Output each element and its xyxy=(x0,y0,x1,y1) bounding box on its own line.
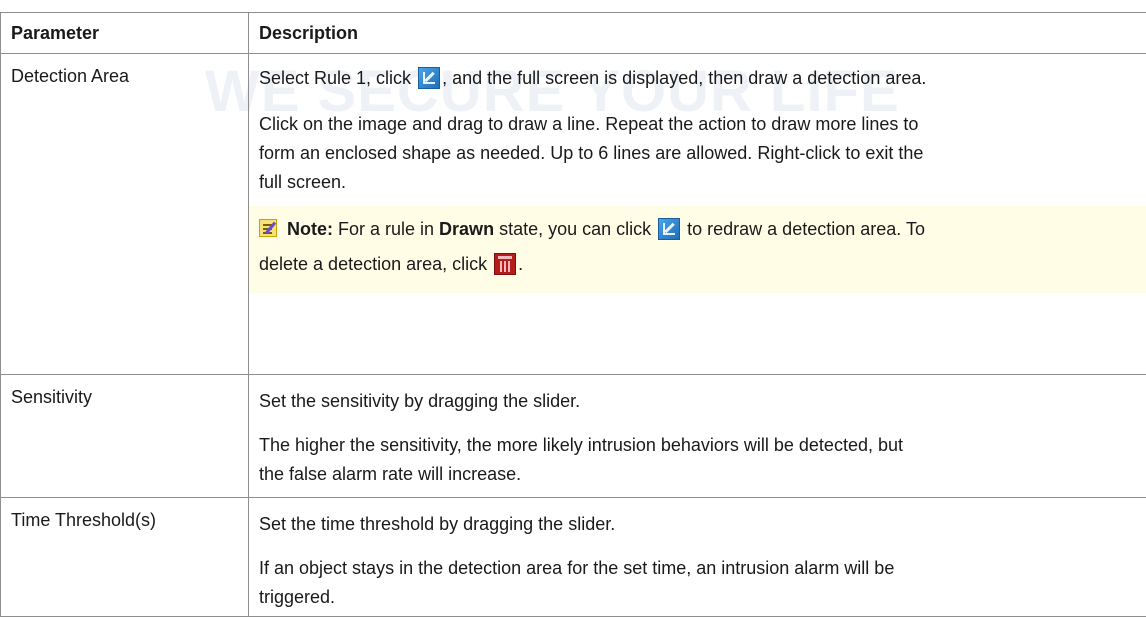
description-paragraph: Set the sensitivity by dragging the slid… xyxy=(249,375,1146,425)
note-line: delete a detection area, click . xyxy=(259,247,1136,282)
header-parameter: Parameter xyxy=(1,13,249,54)
description-line: form an enclosed shape as needed. Up to … xyxy=(259,139,1136,168)
edit-draw-icon xyxy=(658,218,680,240)
note-icon xyxy=(259,219,277,237)
description-line: Click on the image and drag to draw a li… xyxy=(259,110,1136,139)
description-paragraph: If an object stays in the detection area… xyxy=(249,548,1146,616)
description-line: the false alarm rate will increase. xyxy=(259,460,1136,489)
note-text: to redraw a detection area. To xyxy=(682,219,925,239)
description-line: If an object stays in the detection area… xyxy=(259,554,1136,583)
note-text: . xyxy=(518,254,523,274)
note-line: Note: For a rule in Drawn state, you can… xyxy=(259,212,1136,247)
description-paragraph: The higher the sensitivity, the more lik… xyxy=(249,425,1146,497)
description-paragraph: Select Rule 1, click , and the full scre… xyxy=(249,54,1146,104)
parameter-description: Set the time threshold by dragging the s… xyxy=(249,498,1146,617)
table-row: Time Threshold(s) Set the time threshold… xyxy=(1,498,1146,617)
table-row: Detection Area Select Rule 1, click , an… xyxy=(1,54,1146,375)
note-label: Note: xyxy=(287,219,333,239)
description-line: triggered. xyxy=(259,583,1136,612)
note-box: Note: For a rule in Drawn state, you can… xyxy=(249,206,1146,293)
note-text: state, you can click xyxy=(494,219,656,239)
parameter-name: Time Threshold(s) xyxy=(1,498,249,617)
parameter-table: Parameter Description Detection Area Sel… xyxy=(0,12,1146,617)
note-bold-text: Drawn xyxy=(439,219,494,239)
parameter-name: Sensitivity xyxy=(1,375,249,498)
edit-draw-icon xyxy=(418,67,440,89)
note-text: For a rule in xyxy=(333,219,439,239)
parameter-description: Set the sensitivity by dragging the slid… xyxy=(249,375,1146,498)
parameter-description: Select Rule 1, click , and the full scre… xyxy=(249,54,1146,375)
description-text: , and the full screen is displayed, then… xyxy=(442,68,926,88)
table-header-row: Parameter Description xyxy=(1,13,1146,54)
description-paragraph: Click on the image and drag to draw a li… xyxy=(249,104,1146,206)
parameter-name: Detection Area xyxy=(1,54,249,375)
description-text: Select Rule 1, click xyxy=(259,68,416,88)
description-paragraph: Set the time threshold by dragging the s… xyxy=(249,498,1146,548)
note-text: delete a detection area, click xyxy=(259,254,492,274)
header-description: Description xyxy=(249,13,1146,54)
table-row: Sensitivity Set the sensitivity by dragg… xyxy=(1,375,1146,498)
description-line: full screen. xyxy=(259,168,1136,197)
description-line: The higher the sensitivity, the more lik… xyxy=(259,431,1136,460)
trash-icon xyxy=(494,253,516,275)
